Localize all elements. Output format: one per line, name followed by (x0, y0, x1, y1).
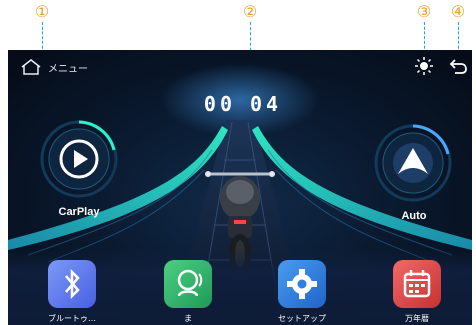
brightness-icon[interactable] (414, 56, 434, 76)
clock-hours: 00 (203, 92, 236, 116)
voice-assistant-label: ま (184, 314, 192, 323)
bluetooth-app[interactable] (48, 260, 96, 308)
callout-3: ③ (416, 2, 432, 21)
calendar-icon (403, 270, 431, 298)
calendar-label: 万年暦 (405, 314, 429, 323)
callout-1: ① (34, 2, 50, 21)
app-dock: ブルートゥ… ま セットアップ 万年暦 (8, 248, 472, 325)
carplay-button[interactable] (40, 120, 118, 198)
head-unit-screen: メニュー 00 04 CarPlay Auto ブルートゥ… ま セットアップ … (8, 50, 472, 325)
bluetooth-label: ブルートゥ… (48, 314, 96, 323)
gear-icon (287, 269, 317, 299)
voice-assistant-app[interactable] (164, 260, 212, 308)
callout-2: ② (242, 2, 258, 21)
menu-label[interactable]: メニュー (48, 60, 88, 75)
callout-4: ④ (450, 2, 466, 21)
top-bar: メニュー (8, 50, 472, 86)
setup-label: セットアップ (278, 314, 326, 323)
clock-minutes: 04 (250, 92, 283, 116)
home-icon[interactable] (20, 58, 42, 76)
back-icon[interactable] (449, 56, 469, 76)
calendar-app[interactable] (393, 260, 441, 308)
android-auto-button[interactable] (374, 124, 452, 202)
voice-assistant-icon (177, 269, 203, 297)
carplay-label: CarPlay (58, 206, 100, 218)
setup-app[interactable] (278, 260, 326, 308)
clock: 00 04 (198, 92, 288, 116)
bluetooth-icon (65, 268, 80, 300)
android-auto-label: Auto (401, 210, 427, 222)
